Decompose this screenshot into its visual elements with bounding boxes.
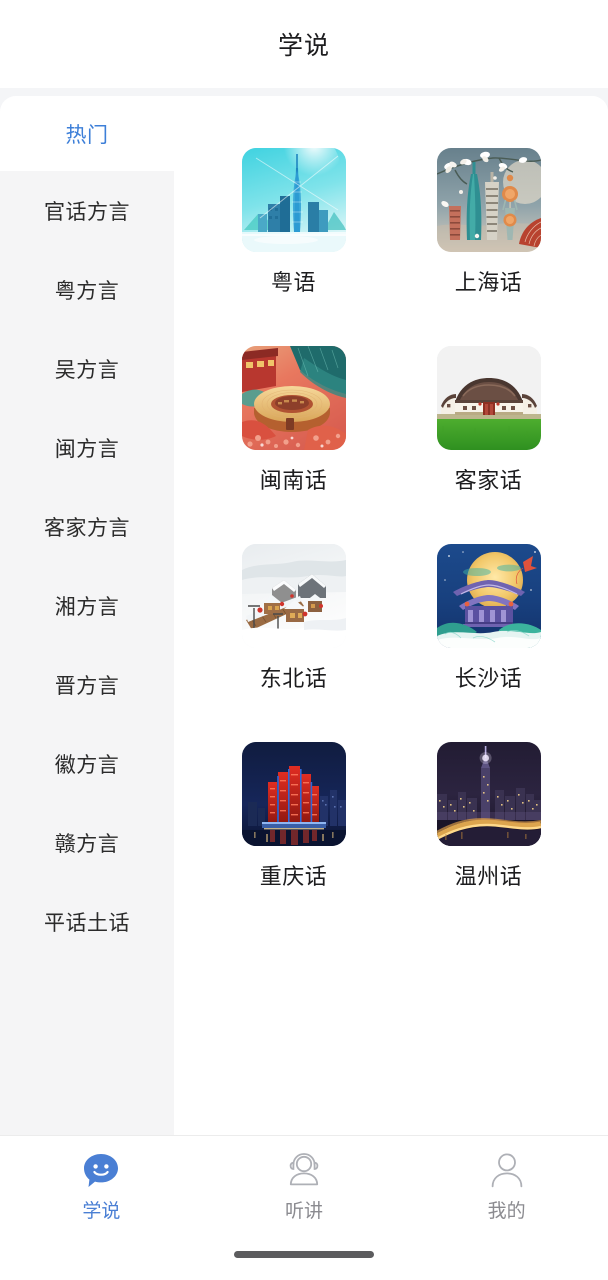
dialect-card[interactable]: 温州话: [391, 742, 586, 891]
sidebar-item-2[interactable]: 粤方言: [0, 250, 174, 329]
sidebar-item-0[interactable]: 热门: [0, 96, 174, 171]
sidebar-item-8[interactable]: 徽方言: [0, 724, 174, 803]
dialect-card[interactable]: 闽南话: [196, 346, 391, 495]
tab-1[interactable]: 听讲: [203, 1150, 406, 1223]
dialect-content-area: 粤语 上海话 闽南话 客家话 东北话 长沙话 重庆话 温州话: [174, 96, 608, 1135]
sidebar-item-label: 徽方言: [54, 753, 120, 777]
category-sidebar[interactable]: 热门官话方言粤方言吴方言闽方言客家方言湘方言晋方言徽方言赣方言平话土话: [0, 96, 174, 1135]
northeast-snow-village[interactable]: [241, 544, 346, 648]
page-title: 学说: [277, 32, 330, 60]
tab-label: 学说: [82, 1201, 121, 1222]
sidebar-item-label: 闽方言: [54, 437, 120, 461]
dialect-card-label: 东北话: [259, 666, 328, 691]
sidebar-item-label: 平话土话: [44, 911, 130, 935]
sidebar-item-label: 粤方言: [54, 279, 120, 303]
bottom-tab-bar[interactable]: 学说 听讲 我的: [0, 1135, 608, 1280]
sidebar-item-4[interactable]: 闽方言: [0, 408, 174, 487]
dialect-card-label: 重庆话: [259, 864, 328, 889]
sidebar-item-7[interactable]: 晋方言: [0, 645, 174, 724]
dialect-card-label: 长沙话: [454, 666, 523, 691]
dialect-card-label: 客家话: [454, 468, 523, 493]
hakka-walled-house-green-field[interactable]: [436, 346, 541, 450]
sidebar-item-10[interactable]: 平话土话: [0, 882, 174, 961]
home-indicator: [234, 1251, 374, 1258]
tab-2[interactable]: 我的: [405, 1150, 608, 1223]
sidebar-item-label: 湘方言: [54, 595, 120, 619]
fujian-tulou-roundhouse[interactable]: [241, 346, 346, 450]
sidebar-item-label: 赣方言: [54, 832, 120, 856]
guangzhou-canton-tower-skyline[interactable]: [241, 148, 346, 252]
wenzhou-night-cityscape[interactable]: [436, 742, 541, 846]
sidebar-item-label: 客家方言: [44, 516, 130, 540]
app-header: 学说: [0, 0, 608, 88]
sidebar-item-5[interactable]: 客家方言: [0, 487, 174, 566]
sidebar-item-label: 官话方言: [44, 200, 130, 224]
tab-label: 听讲: [285, 1201, 324, 1222]
dialect-card-label: 上海话: [454, 270, 523, 295]
tab-label: 我的: [487, 1201, 526, 1222]
main-panel: 热门官话方言粤方言吴方言闽方言客家方言湘方言晋方言徽方言赣方言平话土话: [0, 96, 608, 1135]
sidebar-item-1[interactable]: 官话方言: [0, 171, 174, 250]
speech-bubble-smiley-icon[interactable]: [80, 1150, 122, 1192]
dialect-card[interactable]: 粤语: [196, 148, 391, 297]
tab-0[interactable]: 学说: [0, 1150, 203, 1223]
dialect-card[interactable]: 客家话: [391, 346, 586, 495]
dialect-card-label: 闽南话: [259, 468, 328, 493]
sidebar-item-3[interactable]: 吴方言: [0, 329, 174, 408]
person-icon[interactable]: [486, 1150, 528, 1192]
chongqing-raffles-night[interactable]: [241, 742, 346, 846]
sidebar-item-label: 热门: [65, 123, 109, 147]
dialect-grid: 粤语 上海话 闽南话 客家话 东北话 长沙话 重庆话 温州话: [174, 148, 608, 891]
sidebar-item-label: 晋方言: [54, 674, 120, 698]
dialect-card[interactable]: 长沙话: [391, 544, 586, 693]
dialect-card[interactable]: 东北话: [196, 544, 391, 693]
sidebar-item-9[interactable]: 赣方言: [0, 803, 174, 882]
dialect-card-label: 粤语: [270, 270, 316, 295]
changsha-pavilion-moon[interactable]: [436, 544, 541, 648]
sidebar-item-label: 吴方言: [54, 358, 120, 382]
sidebar-item-6[interactable]: 湘方言: [0, 566, 174, 645]
shanghai-skyline-magnolia[interactable]: [436, 148, 541, 252]
headset-person-icon[interactable]: [283, 1150, 325, 1192]
dialect-card[interactable]: 上海话: [391, 148, 586, 297]
dialect-card-label: 温州话: [454, 864, 523, 889]
dialect-card[interactable]: 重庆话: [196, 742, 391, 891]
